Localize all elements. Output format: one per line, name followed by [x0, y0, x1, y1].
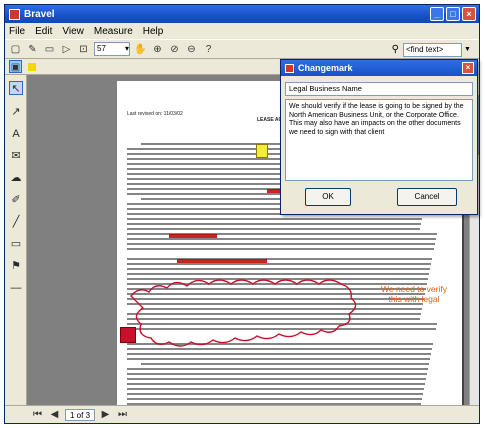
arrow-icon[interactable]: ↗: [9, 105, 23, 119]
line-icon[interactable]: ╱: [9, 215, 23, 229]
pencil-icon[interactable]: ✐: [9, 193, 23, 207]
help-icon[interactable]: ?: [202, 43, 215, 56]
redline-box-marker[interactable]: [120, 327, 136, 343]
print-icon[interactable]: ▭: [43, 43, 56, 56]
cloud-icon[interactable]: ☁: [9, 171, 23, 185]
margin-annotation[interactable]: We need to verify this with legal: [379, 284, 449, 304]
markup-icon[interactable]: ▣: [9, 60, 22, 73]
prev-page-icon[interactable]: ◀: [48, 408, 61, 421]
app-icon: [9, 8, 20, 20]
changemark-comment-field[interactable]: We should verify if the lease is going t…: [285, 99, 473, 181]
zoom-window-icon[interactable]: ⊘: [168, 43, 181, 56]
sticky-note-marker[interactable]: [256, 144, 268, 158]
pointer-icon[interactable]: ↖: [9, 81, 23, 95]
menu-file[interactable]: File: [9, 26, 25, 37]
find-dropdown[interactable]: ▼: [461, 43, 473, 57]
cancel-button[interactable]: Cancel: [397, 188, 457, 206]
page-indicator[interactable]: 1 of 3: [65, 408, 96, 421]
zoom-out-icon[interactable]: ⊖: [185, 43, 198, 56]
color-swatch-icon[interactable]: [28, 62, 36, 71]
zoom-field[interactable]: 57 ▾: [94, 42, 130, 56]
note-icon[interactable]: ✉: [9, 149, 23, 163]
menu-view[interactable]: View: [62, 26, 84, 37]
dialog-icon: [285, 63, 294, 73]
close-button[interactable]: ×: [462, 7, 476, 21]
dialog-title-bar[interactable]: Changemark: [281, 60, 477, 76]
new-icon[interactable]: ▢: [9, 43, 22, 56]
changemark-dialog: Changemark × Legal Business Name We shou…: [280, 59, 478, 215]
main-toolbar: ▢ ✎ ▭ ▷ ⊡ 57 ▾ ✋ ⊕ ⊘ ⊖ ? ⚲ <find text> ▼: [5, 39, 479, 59]
maximize-button[interactable]: □: [446, 7, 460, 21]
menu-measure[interactable]: Measure: [94, 26, 133, 37]
next-page-icon[interactable]: ▶: [99, 408, 112, 421]
changemark-name-field[interactable]: Legal Business Name: [285, 82, 473, 96]
dialog-title: Changemark: [298, 63, 353, 73]
text-icon[interactable]: A: [9, 127, 23, 141]
zoom-in-icon[interactable]: ⊕: [151, 43, 164, 56]
first-page-icon[interactable]: ⏮: [31, 408, 44, 421]
pan-icon[interactable]: ✋: [134, 43, 147, 56]
measure-icon[interactable]: —: [9, 281, 23, 295]
minimize-button[interactable]: _: [430, 7, 444, 21]
open-icon[interactable]: ✎: [26, 43, 39, 56]
menu-bar: File Edit View Measure Help: [5, 23, 479, 39]
stamp-icon[interactable]: ⚑: [9, 259, 23, 273]
rectangle-icon[interactable]: ▭: [9, 237, 23, 251]
title-bar[interactable]: Bravel _ □ ×: [5, 5, 479, 23]
select-icon[interactable]: ▷: [60, 43, 73, 56]
window-title: Bravel: [24, 8, 55, 20]
status-bar: ⏮ ◀ 1 of 3 ▶ ⏭: [5, 405, 479, 423]
markup-tool-palette: ↖ ↗ A ✉ ☁ ✐ ╱ ▭ ⚑ —: [5, 75, 27, 405]
ok-button[interactable]: OK: [305, 188, 351, 206]
last-page-icon[interactable]: ⏭: [116, 408, 129, 421]
dialog-close-button[interactable]: ×: [462, 62, 474, 74]
menu-help[interactable]: Help: [143, 26, 164, 37]
find-icon[interactable]: ⚲: [392, 44, 399, 55]
menu-edit[interactable]: Edit: [35, 26, 52, 37]
fit-icon[interactable]: ⊡: [77, 43, 90, 56]
